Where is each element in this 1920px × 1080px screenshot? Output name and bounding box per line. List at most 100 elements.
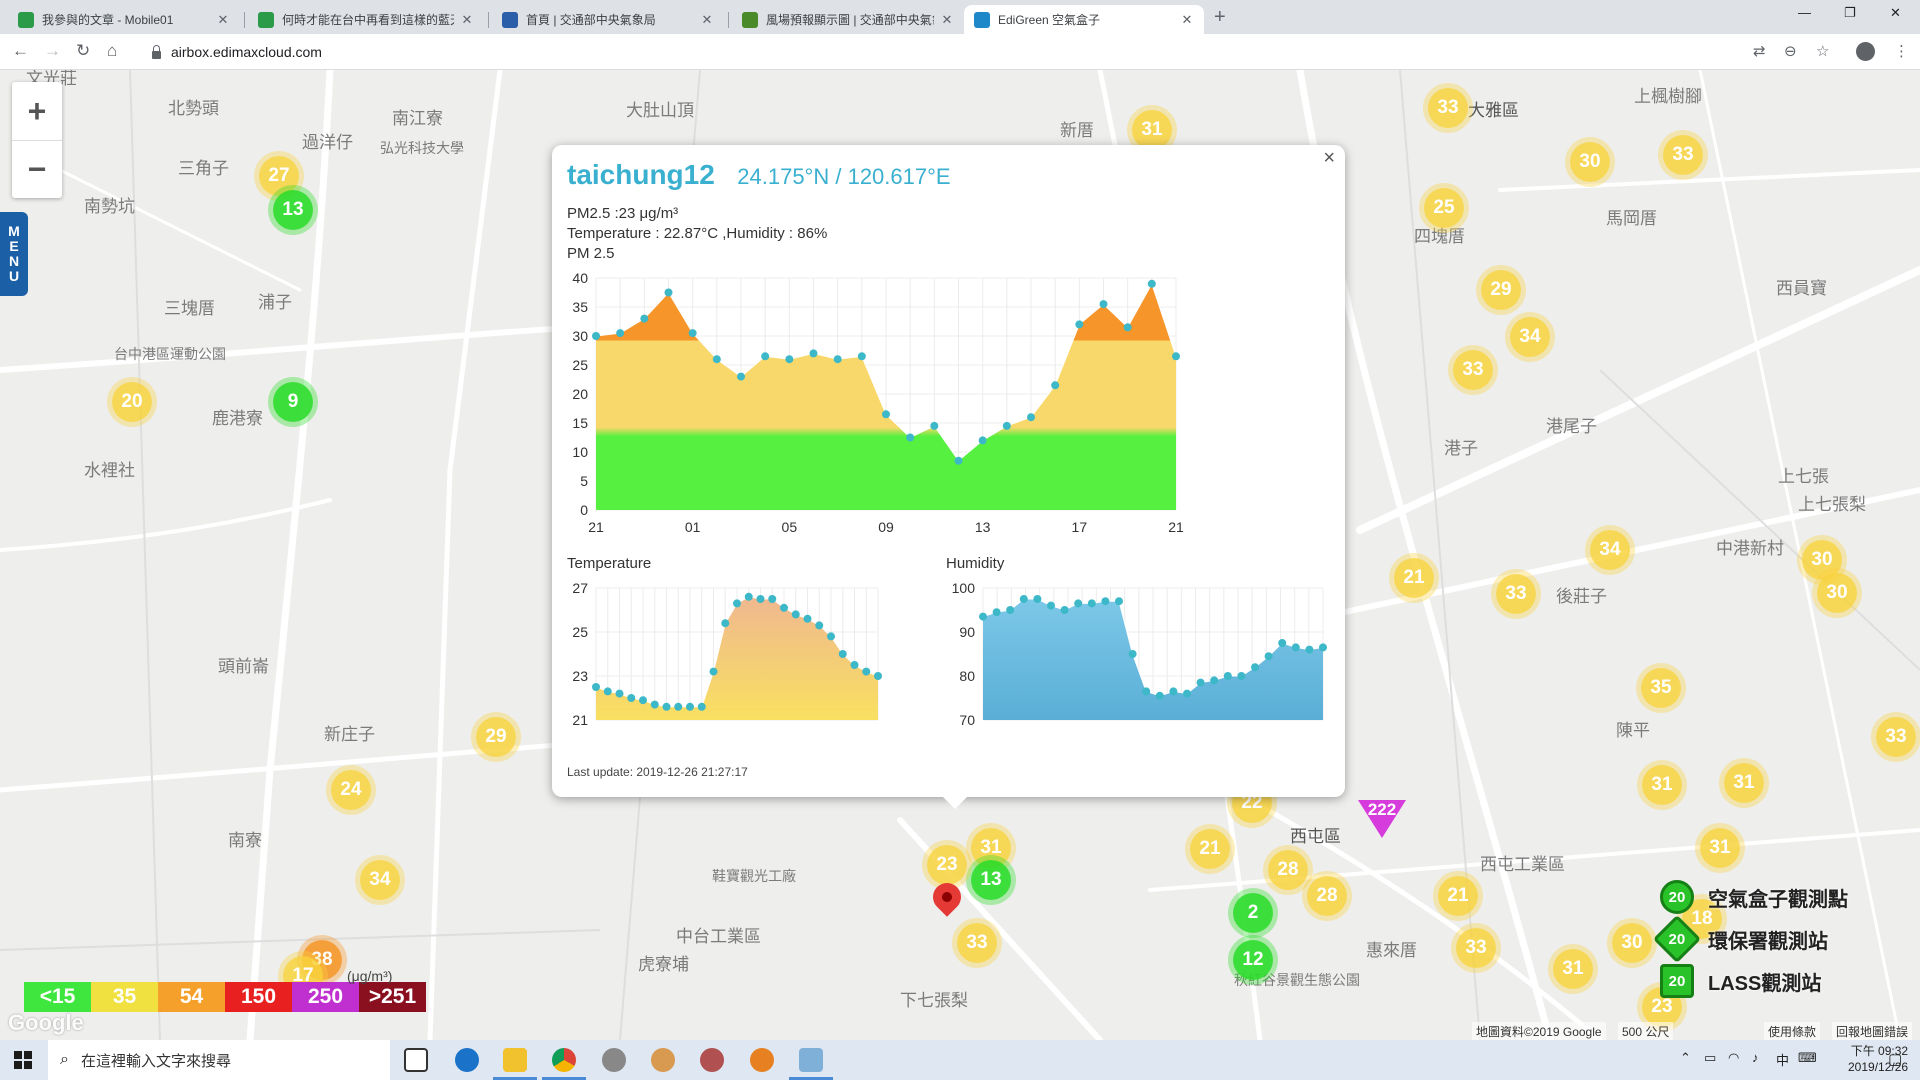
- data-point: [1155, 691, 1164, 700]
- close-icon[interactable]: ✕: [940, 12, 954, 28]
- sensor-cluster[interactable]: 25: [1424, 188, 1464, 228]
- sensor-cluster[interactable]: 12: [1233, 940, 1273, 980]
- sensor-cluster[interactable]: 13: [971, 860, 1011, 900]
- sensor-cluster[interactable]: 31: [1553, 949, 1593, 989]
- app-icon[interactable]: [789, 1048, 833, 1080]
- browser-tab-active[interactable]: EdiGreen 空氣盒子 ✕: [964, 5, 1204, 34]
- report-error-link[interactable]: 回報地圖錯誤: [1832, 1022, 1913, 1040]
- profile-avatar-icon[interactable]: [1856, 42, 1875, 61]
- minimize-button[interactable]: —: [1798, 5, 1811, 20]
- sensor-cluster[interactable]: 28: [1268, 850, 1308, 890]
- sensor-cluster[interactable]: 34: [360, 860, 400, 900]
- sensor-cluster[interactable]: 20: [112, 382, 152, 422]
- place-label: 鞋寶觀光工廠: [712, 868, 796, 884]
- bookmark-star-icon[interactable]: ☆: [1816, 42, 1829, 60]
- new-tab-button[interactable]: +: [1214, 6, 1226, 29]
- address-bar[interactable]: airbox.edimaxcloud.com: [138, 38, 1790, 66]
- data-point: [688, 329, 697, 338]
- sensor-cluster[interactable]: 33: [1663, 135, 1703, 175]
- edge-browser-icon[interactable]: [455, 1048, 479, 1072]
- sensor-cluster[interactable]: 33: [1876, 717, 1916, 757]
- tab-title: 首頁 | 交通部中央氣象局: [526, 13, 656, 27]
- map-scale[interactable]: 500 公尺: [1618, 1022, 1674, 1040]
- sensor-cluster[interactable]: 34: [1510, 317, 1550, 357]
- sensor-cluster[interactable]: 13: [273, 190, 313, 230]
- place-label: 浦子: [258, 293, 292, 312]
- zoom-icon[interactable]: ⊖: [1784, 42, 1797, 60]
- sensor-cluster[interactable]: 28: [1307, 876, 1347, 916]
- data-point: [592, 683, 600, 691]
- app-icon[interactable]: [700, 1048, 724, 1072]
- app-icon[interactable]: [750, 1048, 774, 1072]
- terms-link[interactable]: 使用條款: [1764, 1022, 1821, 1040]
- sensor-cluster[interactable]: 33: [957, 923, 997, 963]
- maximize-button[interactable]: ❐: [1844, 5, 1856, 21]
- sensor-cluster[interactable]: 9: [273, 382, 313, 422]
- close-icon[interactable]: ✕: [1180, 12, 1194, 28]
- browser-tab[interactable]: 風場預報顯示圖 | 交通部中央氣象 ✕: [732, 5, 964, 34]
- volume-icon[interactable]: ♪: [1752, 1050, 1759, 1065]
- close-icon[interactable]: ✕: [700, 12, 714, 28]
- sensor-cluster[interactable]: 33: [1456, 928, 1496, 968]
- sensor-cluster[interactable]: 33: [1428, 88, 1468, 128]
- show-hidden-icons-icon[interactable]: ⌃: [1680, 1050, 1691, 1066]
- more-menu-icon[interactable]: ⋮: [1894, 42, 1909, 60]
- station-type-airbox[interactable]: 20 空氣盒子觀測點: [1660, 880, 1848, 914]
- battery-icon[interactable]: ▭: [1704, 1050, 1716, 1066]
- data-point: [1169, 687, 1178, 696]
- zoom-in-button[interactable]: +: [12, 82, 62, 140]
- browser-tab[interactable]: 我參與的文章 - Mobile01 ✕: [8, 5, 240, 34]
- data-point: [616, 329, 625, 338]
- data-point: [1123, 323, 1132, 332]
- sensor-cluster[interactable]: 31: [1642, 765, 1682, 805]
- browser-tab[interactable]: 何時才能在台中再看到這樣的藍天 ✕: [248, 5, 484, 34]
- data-point: [992, 608, 1001, 617]
- sensor-cluster[interactable]: 29: [1481, 270, 1521, 310]
- sensor-cluster[interactable]: 21: [1190, 829, 1230, 869]
- sensor-cluster[interactable]: 30: [1570, 142, 1610, 182]
- close-icon[interactable]: ✕: [216, 12, 230, 28]
- forward-icon[interactable]: →: [44, 41, 61, 61]
- sensor-cluster[interactable]: 30: [1612, 923, 1652, 963]
- home-icon[interactable]: ⌂: [107, 41, 117, 61]
- place-label: 西員寶: [1776, 279, 1827, 298]
- sensor-cluster[interactable]: 21: [1438, 876, 1478, 916]
- url-text[interactable]: airbox.edimaxcloud.com: [171, 44, 322, 60]
- file-explorer-icon[interactable]: [493, 1048, 537, 1080]
- station-type-lass[interactable]: 20 LASS觀測站: [1660, 964, 1821, 998]
- menu-toggle-button[interactable]: MENU: [0, 212, 28, 296]
- chrome-icon[interactable]: [542, 1048, 586, 1080]
- station-type-epa[interactable]: 20 環保署觀測站: [1652, 914, 1828, 964]
- data-point: [809, 349, 818, 358]
- sensor-cluster[interactable]: 2: [1233, 893, 1273, 933]
- task-view-icon[interactable]: [404, 1048, 428, 1072]
- app-icon[interactable]: [651, 1048, 675, 1072]
- ime-indicator[interactable]: 中: [1776, 1050, 1789, 1069]
- close-icon[interactable]: ✕: [460, 12, 474, 28]
- sensor-cluster[interactable]: 31: [1132, 110, 1172, 150]
- network-icon[interactable]: ◠: [1728, 1050, 1739, 1066]
- sensor-cluster[interactable]: 21: [1394, 558, 1434, 598]
- taskbar-search-box[interactable]: ⌕ 在這裡輸入文字來搜尋: [48, 1040, 390, 1080]
- reload-icon[interactable]: ↻: [76, 41, 90, 61]
- keyboard-icon[interactable]: ⌨: [1798, 1050, 1817, 1066]
- sensor-cluster[interactable]: 33: [1453, 350, 1493, 390]
- sensor-cluster[interactable]: 31: [1700, 828, 1740, 868]
- zoom-out-button[interactable]: −: [12, 140, 62, 198]
- sensor-cluster[interactable]: 34: [1590, 530, 1630, 570]
- close-window-button[interactable]: ✕: [1890, 5, 1901, 21]
- windows-start-icon[interactable]: [14, 1051, 32, 1069]
- notification-icon[interactable]: ▢: [1888, 1050, 1902, 1068]
- sensor-cluster[interactable]: 35: [1641, 668, 1681, 708]
- sensor-cluster[interactable]: 30: [1817, 573, 1857, 613]
- sensor-cluster[interactable]: 29: [476, 717, 516, 757]
- sensor-cluster[interactable]: 24: [331, 770, 371, 810]
- sensor-cluster[interactable]: 23: [927, 845, 967, 885]
- y-tick-label: 27: [572, 580, 588, 596]
- translate-icon[interactable]: ⇄: [1753, 42, 1766, 60]
- sensor-cluster[interactable]: 31: [1724, 763, 1764, 803]
- sensor-cluster[interactable]: 33: [1496, 574, 1536, 614]
- browser-tab[interactable]: 首頁 | 交通部中央氣象局 ✕: [492, 5, 724, 34]
- app-icon[interactable]: [602, 1048, 626, 1072]
- back-icon[interactable]: ←: [12, 41, 29, 61]
